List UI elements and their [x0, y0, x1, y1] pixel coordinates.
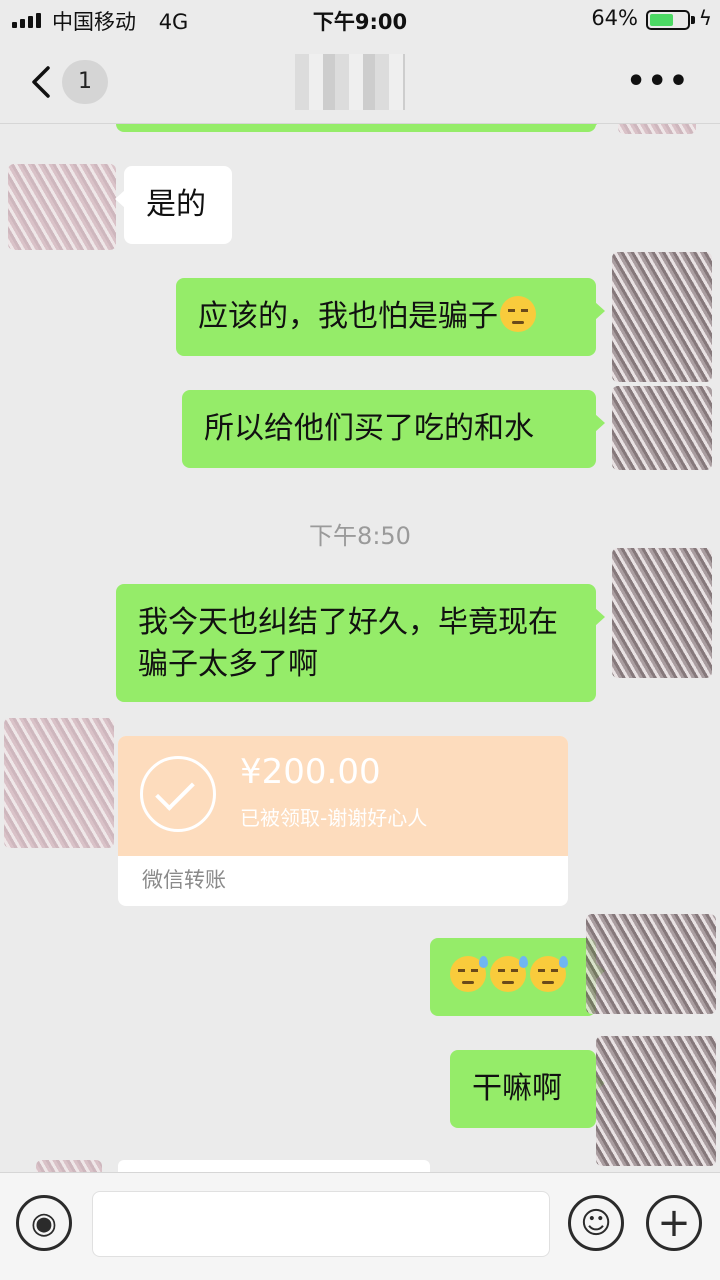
transfer-card-header: ¥200.00 已被领取-谢谢好心人 — [118, 736, 568, 856]
charging-icon: ϟ — [698, 6, 712, 30]
message-text: 干嘛啊 — [472, 1071, 562, 1106]
my-avatar[interactable] — [612, 386, 712, 470]
emoji-row — [448, 956, 568, 994]
message-text: 是的 — [146, 187, 206, 222]
battery-icon — [646, 10, 690, 30]
message-bubble-partial[interactable] — [118, 1160, 430, 1172]
transfer-amount: ¥200.00 — [240, 752, 381, 792]
more-functions-button[interactable]: + — [646, 1195, 702, 1251]
my-avatar[interactable] — [618, 124, 696, 134]
message-bubble-outgoing[interactable]: 所以给他们买了吃的和水 — [182, 390, 605, 468]
contact-avatar[interactable] — [8, 164, 116, 250]
message-list[interactable]: 是的 应该的，我也怕是骗子 所以给他们买了吃的和水 下午8:50 我今天也纠结了… — [0, 124, 720, 1172]
contact-name-blurred — [295, 54, 405, 110]
message-bubble-incoming[interactable]: 是的 — [115, 166, 232, 244]
my-avatar[interactable] — [586, 914, 716, 1014]
transfer-note: 已被领取-谢谢好心人 — [240, 806, 428, 830]
contact-avatar[interactable] — [4, 718, 114, 848]
battery-fill — [650, 14, 674, 26]
message-bubble-outgoing[interactable]: 干嘛啊 — [450, 1050, 605, 1128]
voice-input-button[interactable]: ◉ — [16, 1195, 72, 1251]
my-avatar[interactable] — [612, 252, 712, 382]
chevron-left-icon — [32, 66, 50, 98]
message-text: 我今天也纠结了好久，毕竟现在骗子太多了啊 — [138, 605, 558, 682]
contact-avatar[interactable] — [36, 1160, 102, 1172]
emoji-button[interactable]: ☺ — [568, 1195, 624, 1251]
message-bubble-outgoing[interactable] — [430, 938, 605, 1016]
smile-icon: ☺ — [580, 1205, 612, 1241]
my-avatar[interactable] — [596, 1036, 716, 1166]
voice-icon: ◉ — [30, 1205, 58, 1241]
facepalm-emoji-icon — [500, 296, 536, 332]
status-bar: 中国移动 4G 下午9:00 64% ϟ — [0, 0, 720, 40]
my-avatar[interactable] — [612, 548, 712, 678]
message-text: 所以给他们买了吃的和水 — [204, 411, 534, 446]
message-bubble-partial[interactable] — [116, 124, 605, 132]
wechat-transfer-card[interactable]: ¥200.00 已被领取-谢谢好心人 微信转账 — [118, 736, 568, 906]
transfer-footer: 微信转账 — [142, 868, 226, 892]
message-bubble-outgoing[interactable]: 我今天也纠结了好久，毕竟现在骗子太多了啊 — [116, 584, 605, 702]
battery-tip — [691, 16, 695, 24]
chat-input-bar: ◉ ☺ + — [0, 1172, 720, 1280]
time-divider: 下午8:50 — [309, 522, 411, 550]
check-circle-icon — [140, 756, 216, 832]
back-button[interactable] — [22, 60, 64, 104]
message-text: 应该的，我也怕是骗子 — [198, 299, 498, 334]
unread-count-badge[interactable]: 1 — [62, 60, 108, 104]
battery-percent: 64% — [591, 6, 638, 30]
chat-header: 1 ••• — [0, 40, 720, 124]
plus-icon: + — [657, 1200, 691, 1246]
message-bubble-outgoing[interactable]: 应该的，我也怕是骗子 — [176, 278, 605, 356]
sweat-smile-emoji-icon — [450, 956, 488, 992]
sweat-smile-emoji-icon — [490, 956, 528, 992]
sweat-smile-emoji-icon — [530, 956, 568, 992]
more-options-button[interactable]: ••• — [626, 67, 690, 97]
message-input[interactable] — [92, 1191, 550, 1257]
